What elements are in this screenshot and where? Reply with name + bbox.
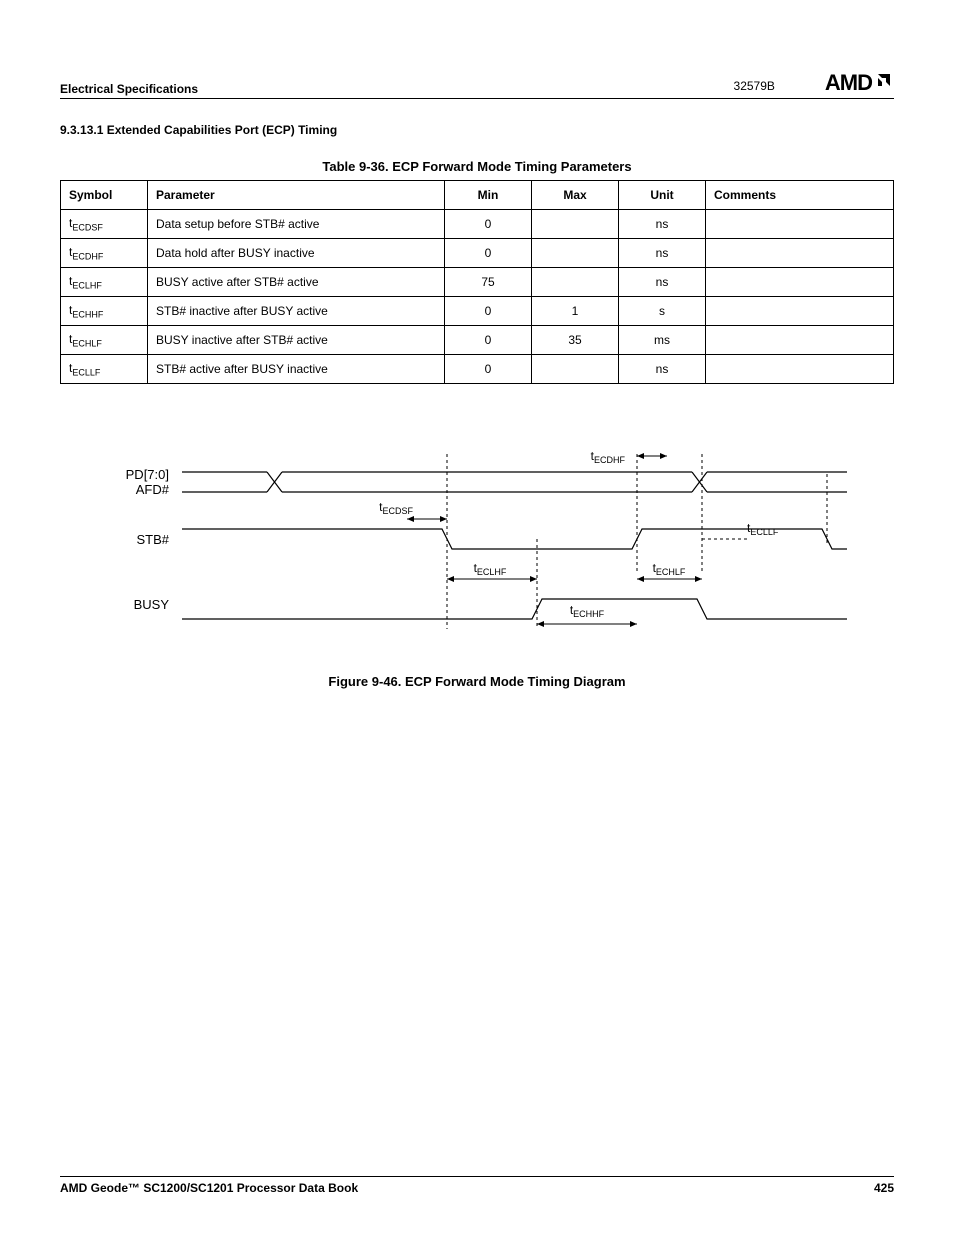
cell-comments bbox=[706, 210, 894, 239]
col-symbol: Symbol bbox=[61, 181, 148, 210]
table-row: tECHHFSTB# inactive after BUSY active01s bbox=[61, 297, 894, 326]
table-row: tECLHFBUSY active after STB# active75 ns bbox=[61, 268, 894, 297]
cell-symbol: tECLHF bbox=[61, 268, 148, 297]
col-unit: Unit bbox=[619, 181, 706, 210]
table-header-row: Symbol Parameter Min Max Unit Comments bbox=[61, 181, 894, 210]
cell-parameter: BUSY inactive after STB# active bbox=[148, 326, 445, 355]
cell-parameter: Data hold after BUSY inactive bbox=[148, 239, 445, 268]
cell-min: 0 bbox=[445, 210, 532, 239]
col-parameter: Parameter bbox=[148, 181, 445, 210]
cell-max bbox=[532, 355, 619, 384]
header-section-title: Electrical Specifications bbox=[60, 82, 198, 96]
col-min: Min bbox=[445, 181, 532, 210]
footer-left: AMD Geode™ SC1200/SC1201 Processor Data … bbox=[60, 1181, 358, 1195]
cell-comments bbox=[706, 239, 894, 268]
cell-min: 0 bbox=[445, 297, 532, 326]
timing-diagram-svg: PD[7:0] AFD# STB# BUSY tEC bbox=[107, 434, 847, 634]
svg-text:tECDSF: tECDSF bbox=[379, 500, 413, 516]
section-heading: 9.3.13.1 Extended Capabilities Port (ECP… bbox=[60, 123, 894, 137]
signal-stb-label: STB# bbox=[136, 532, 169, 547]
cell-min: 0 bbox=[445, 355, 532, 384]
svg-text:tECHHF: tECHHF bbox=[570, 603, 605, 619]
svg-text:tECLLF: tECLLF bbox=[747, 521, 779, 537]
figure-caption: Figure 9-46. ECP Forward Mode Timing Dia… bbox=[60, 674, 894, 689]
svg-text:tECDHF: tECDHF bbox=[591, 449, 626, 465]
cell-parameter: STB# inactive after BUSY active bbox=[148, 297, 445, 326]
table-caption: Table 9-36. ECP Forward Mode Timing Para… bbox=[60, 159, 894, 174]
timing-diagram: PD[7:0] AFD# STB# BUSY tEC bbox=[60, 434, 894, 634]
cell-parameter: STB# active after BUSY inactive bbox=[148, 355, 445, 384]
cell-comments bbox=[706, 326, 894, 355]
signal-busy-label: BUSY bbox=[134, 597, 170, 612]
cell-comments bbox=[706, 297, 894, 326]
cell-unit: s bbox=[619, 297, 706, 326]
table-row: tECDHFData hold after BUSY inactive0 ns bbox=[61, 239, 894, 268]
table-row: tECLLFSTB# active after BUSY inactive0 ns bbox=[61, 355, 894, 384]
cell-comments bbox=[706, 268, 894, 297]
cell-symbol: tECHLF bbox=[61, 326, 148, 355]
footer-page-number: 425 bbox=[874, 1181, 894, 1195]
cell-min: 0 bbox=[445, 326, 532, 355]
table-row: tECHLFBUSY inactive after STB# active035… bbox=[61, 326, 894, 355]
table-row: tECDSFData setup before STB# active0 ns bbox=[61, 210, 894, 239]
signal-afd-label: AFD# bbox=[136, 482, 170, 497]
timing-parameters-table: Symbol Parameter Min Max Unit Comments t… bbox=[60, 180, 894, 384]
cell-symbol: tECLLF bbox=[61, 355, 148, 384]
cell-parameter: Data setup before STB# active bbox=[148, 210, 445, 239]
amd-logo: AMD bbox=[825, 70, 894, 96]
cell-symbol: tECHHF bbox=[61, 297, 148, 326]
cell-comments bbox=[706, 355, 894, 384]
svg-text:tECHLF: tECHLF bbox=[653, 561, 686, 577]
cell-parameter: BUSY active after STB# active bbox=[148, 268, 445, 297]
cell-max: 35 bbox=[532, 326, 619, 355]
cell-unit: ms bbox=[619, 326, 706, 355]
doc-number: 32579B bbox=[734, 79, 775, 93]
cell-symbol: tECDSF bbox=[61, 210, 148, 239]
cell-max: 1 bbox=[532, 297, 619, 326]
cell-unit: ns bbox=[619, 239, 706, 268]
page-footer: AMD Geode™ SC1200/SC1201 Processor Data … bbox=[60, 1176, 894, 1195]
amd-arrow-icon bbox=[874, 70, 894, 96]
cell-symbol: tECDHF bbox=[61, 239, 148, 268]
cell-unit: ns bbox=[619, 268, 706, 297]
col-comments: Comments bbox=[706, 181, 894, 210]
logo-text: AMD bbox=[825, 70, 872, 96]
signal-pd-label: PD[7:0] bbox=[126, 467, 169, 482]
cell-unit: ns bbox=[619, 355, 706, 384]
cell-max bbox=[532, 210, 619, 239]
cell-max bbox=[532, 268, 619, 297]
svg-text:tECLHF: tECLHF bbox=[474, 561, 507, 577]
page-header: Electrical Specifications 32579B AMD bbox=[60, 70, 894, 99]
cell-unit: ns bbox=[619, 210, 706, 239]
cell-min: 0 bbox=[445, 239, 532, 268]
cell-max bbox=[532, 239, 619, 268]
col-max: Max bbox=[532, 181, 619, 210]
cell-min: 75 bbox=[445, 268, 532, 297]
